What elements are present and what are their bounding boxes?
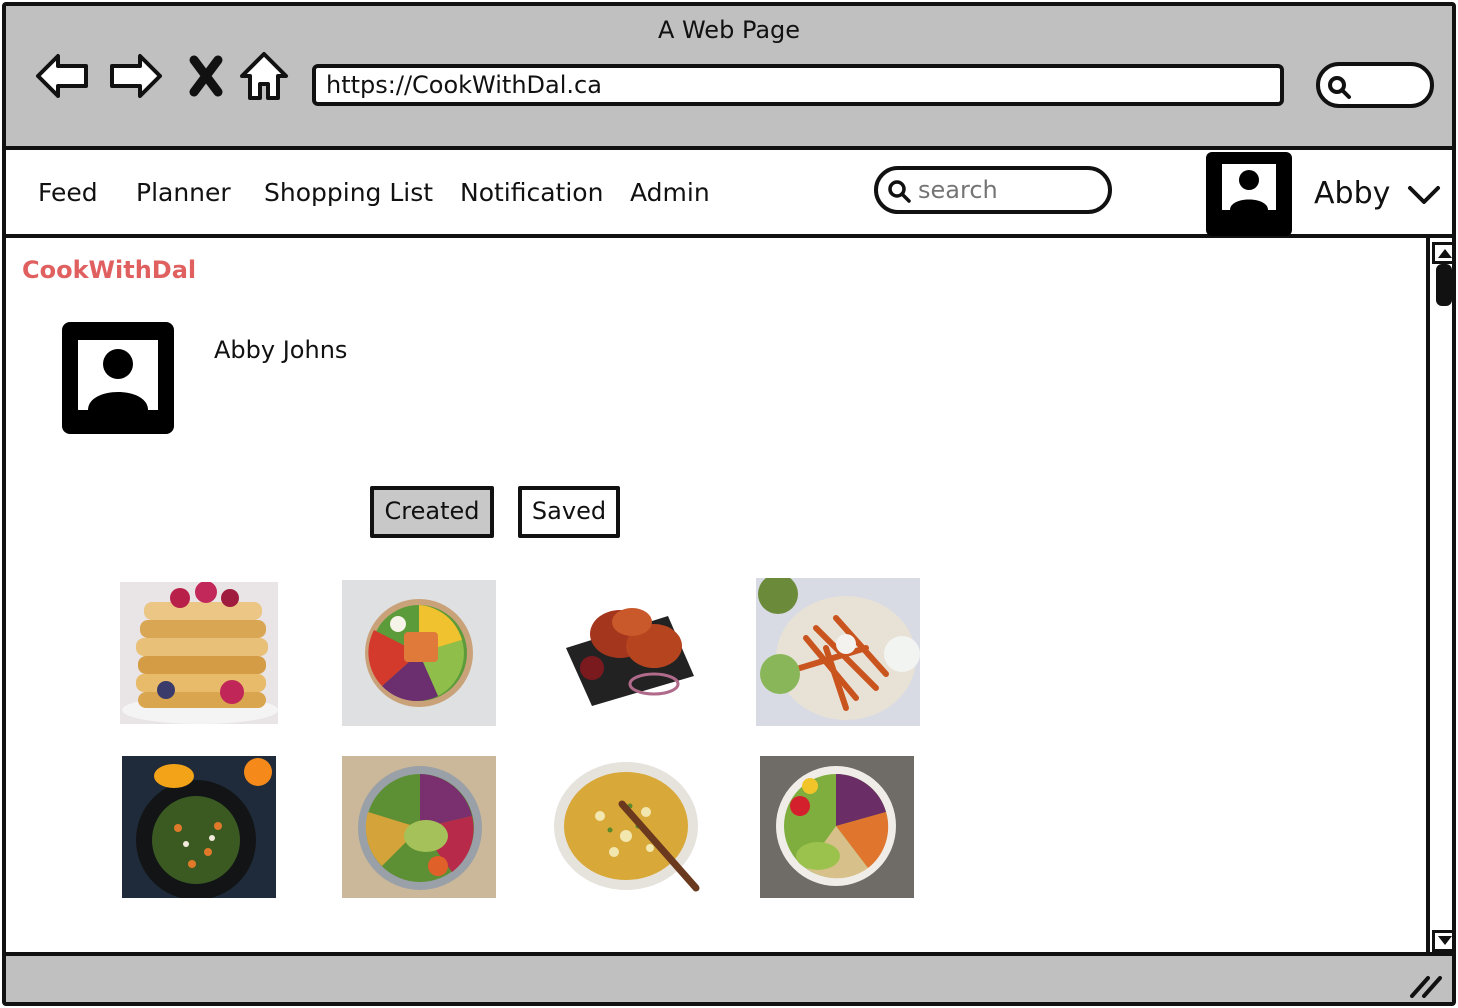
chicken-image bbox=[558, 578, 698, 708]
search-icon bbox=[888, 180, 911, 203]
chickpea-bowl-image bbox=[760, 756, 914, 898]
page-content: CookWithDal Abby Johns Created Saved bbox=[6, 238, 1426, 952]
browser-window: A Web Page https://CookWithDal.ca Feed P… bbox=[2, 2, 1456, 1006]
triangle-down-icon bbox=[1438, 936, 1452, 945]
recipe-photo-veggie-bowl[interactable] bbox=[342, 756, 496, 898]
pancakes-image bbox=[120, 582, 278, 724]
resize-grip-icon[interactable] bbox=[1408, 972, 1442, 998]
site-navbar: Feed Planner Shopping List Notification … bbox=[6, 146, 1452, 238]
site-search bbox=[874, 166, 1112, 214]
recipe-photo-green-salad[interactable] bbox=[122, 756, 276, 898]
brand-logo[interactable]: CookWithDal bbox=[22, 256, 196, 284]
forward-button[interactable] bbox=[108, 48, 164, 104]
tab-created[interactable]: Created bbox=[370, 486, 494, 538]
scroll-down-button[interactable] bbox=[1432, 930, 1452, 952]
nav-feed[interactable]: Feed bbox=[38, 178, 98, 207]
home-button[interactable] bbox=[236, 48, 292, 104]
search-icon bbox=[1328, 76, 1351, 99]
status-bar bbox=[6, 952, 1452, 1002]
recipe-photo-chicken[interactable] bbox=[558, 578, 698, 708]
recipe-photo-chickpea-bowl[interactable] bbox=[760, 756, 914, 898]
search-input[interactable] bbox=[918, 174, 1098, 206]
nav-admin[interactable]: Admin bbox=[630, 178, 710, 207]
user-avatar[interactable] bbox=[1206, 152, 1292, 236]
nav-notification[interactable]: Notification bbox=[460, 178, 603, 207]
stop-button[interactable] bbox=[178, 48, 234, 104]
recipe-photo-salmon-bowl[interactable] bbox=[342, 580, 496, 726]
noodle-soup-image bbox=[550, 756, 704, 898]
person-icon bbox=[1230, 170, 1268, 210]
scroll-up-button[interactable] bbox=[1432, 242, 1452, 264]
green-salad-image bbox=[122, 756, 276, 898]
profile-name: Abby Johns bbox=[214, 336, 348, 364]
nav-shopping-list[interactable]: Shopping List bbox=[264, 178, 433, 207]
back-arrow-icon bbox=[36, 54, 88, 98]
tab-saved[interactable]: Saved bbox=[518, 486, 620, 538]
browser-search-field[interactable] bbox=[1316, 62, 1434, 108]
close-icon bbox=[189, 55, 223, 97]
veggie-bowl-image bbox=[342, 756, 496, 898]
home-icon bbox=[240, 52, 288, 100]
address-bar[interactable]: https://CookWithDal.ca bbox=[312, 64, 1284, 106]
triangle-up-icon bbox=[1438, 249, 1452, 258]
profile-avatar bbox=[62, 322, 174, 434]
window-title: A Web Page bbox=[657, 16, 801, 44]
person-icon bbox=[88, 349, 148, 410]
nav-planner[interactable]: Planner bbox=[136, 178, 231, 207]
user-name[interactable]: Abby bbox=[1314, 176, 1390, 211]
recipe-photo-fries-platter[interactable] bbox=[756, 578, 920, 726]
back-button[interactable] bbox=[34, 48, 90, 104]
forward-arrow-icon bbox=[110, 54, 162, 98]
avatar-frame bbox=[1222, 164, 1276, 210]
recipe-photo-pancakes[interactable] bbox=[120, 582, 278, 724]
fries-platter-image bbox=[756, 578, 920, 726]
scroll-thumb[interactable] bbox=[1436, 264, 1452, 306]
salmon-bowl-image bbox=[342, 580, 496, 726]
chevron-down-icon[interactable] bbox=[1406, 180, 1442, 208]
avatar-frame bbox=[78, 340, 158, 410]
vertical-scrollbar[interactable] bbox=[1426, 238, 1452, 952]
recipe-photo-noodle-soup[interactable] bbox=[550, 756, 704, 898]
